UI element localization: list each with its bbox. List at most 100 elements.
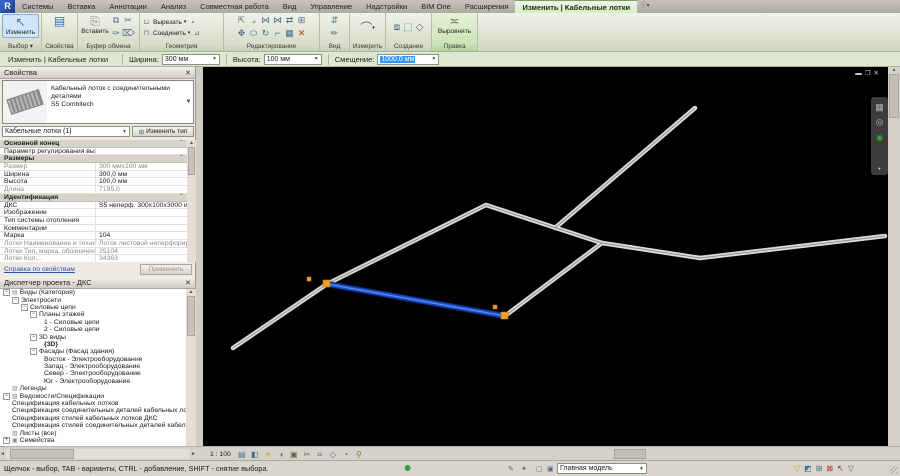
tree-item-sheets[interactable]: ▧ Листы (все) <box>0 429 186 437</box>
modify-button[interactable]: ↖ Изменить <box>2 14 39 38</box>
tab-analyze[interactable]: Анализ <box>154 0 193 13</box>
browser-scrollbar[interactable]: ▲ <box>186 289 196 446</box>
tab-bimone[interactable]: BIM One <box>414 0 458 13</box>
tab-addins[interactable]: Надстройки <box>359 0 414 13</box>
mirror-draw-icon[interactable]: ⋈ <box>272 14 284 27</box>
tree-item-schedules[interactable]: − ▨ Ведомости/Спецификации <box>0 392 186 400</box>
width-dropdown[interactable]: 300 мм ▼ <box>161 53 220 65</box>
scroll-right-icon[interactable]: ► <box>191 451 196 457</box>
select-pinned-icon[interactable]: ⊠ <box>826 464 833 473</box>
rotate-icon[interactable]: ↻ <box>260 27 272 40</box>
split-icon[interactable]: ⊞ <box>296 14 308 27</box>
tree-item-plan-1[interactable]: 1 - Силовые цепи <box>0 319 186 326</box>
measure-icon[interactable]: ⌒ <box>360 19 372 36</box>
project-browser-close-icon[interactable]: ✕ <box>185 279 191 287</box>
create-similar-icon[interactable]: ◇ <box>416 22 424 33</box>
steering-wheel-icon[interactable]: ◎ <box>876 118 884 127</box>
tab-systems[interactable]: Системы <box>15 0 60 13</box>
copy-tool-icon[interactable]: ⬭ <box>248 27 260 40</box>
tree-item-power-circuits[interactable]: − Силовые цепи <box>0 303 186 311</box>
tree-item-elevations[interactable]: − Фасады (Фасад здания) <box>0 348 186 356</box>
tab-extensions[interactable]: Расширения <box>458 0 516 13</box>
offset-icon[interactable]: ⟓ <box>248 14 260 27</box>
property-group[interactable]: Размеры ⌃ <box>0 155 187 164</box>
apply-button[interactable]: Применить <box>140 264 192 275</box>
linework-icon[interactable]: ✏ <box>328 27 342 40</box>
render-icon[interactable]: ▣ <box>288 448 300 461</box>
properties-close-icon[interactable]: ✕ <box>185 69 191 77</box>
property-group[interactable]: Идентификация ⌃ <box>0 193 187 202</box>
cut-geometry-button[interactable]: ⊔ Вырезать ▾ ∘ <box>142 18 197 27</box>
crop-view-icon[interactable]: ✂ <box>301 448 313 461</box>
reveal-hidden-icon[interactable]: ⚲ <box>353 448 365 461</box>
trim-icon[interactable]: ⌐ <box>272 27 284 40</box>
delete-icon[interactable]: ⌦ <box>122 27 135 40</box>
scroll-left-icon[interactable]: ◄ <box>0 451 5 457</box>
pan-zoom-icon[interactable]: ◉ <box>876 133 883 142</box>
collapse-icon[interactable]: − <box>3 289 10 297</box>
app-button-icon[interactable]: R <box>0 0 15 13</box>
tree-item-north[interactable]: Север - Электрооборудование <box>0 370 186 377</box>
shadows-icon[interactable]: ◑ <box>275 448 287 461</box>
mirror-axis-icon[interactable]: ⋈ <box>260 14 272 27</box>
move-icon[interactable]: ✥ <box>236 27 248 40</box>
property-row[interactable]: Тип системы отопления <box>0 216 187 225</box>
paste-button[interactable]: ⎘ Вставить <box>80 14 110 36</box>
temporary-hide-icon[interactable]: ◔ <box>340 448 352 461</box>
property-row[interactable]: Изображение <box>0 209 187 217</box>
tree-item-west[interactable]: Запад - Электрооборудование <box>0 363 186 370</box>
view-restore-icon[interactable]: ❐ <box>865 70 874 77</box>
property-row[interactable]: Лотки Наименование и техничес...Лоток ли… <box>0 239 187 248</box>
canvas-horizontal-scrollbar[interactable] <box>614 449 646 459</box>
panel-label-select[interactable]: Выбор ▾ <box>0 42 41 51</box>
property-row[interactable]: Параметр регулирования высот... <box>0 147 187 156</box>
selection-box-icon[interactable]: ⇵ <box>328 14 342 27</box>
tree-item-schedule-fitting-styles[interactable]: Спецификация стилей соединительных детал… <box>0 422 186 429</box>
properties-scrollbar[interactable]: ▲ <box>187 140 196 262</box>
justify-button[interactable]: ≍ Выровнять <box>434 14 475 36</box>
view-minimize-icon[interactable]: ▬ <box>855 70 865 77</box>
canvas-vertical-scrollbar[interactable]: ▲ <box>888 67 900 446</box>
collapse-icon[interactable]: − <box>12 296 19 304</box>
view-close-icon[interactable]: ✕ <box>874 70 882 77</box>
element-filter-dropdown[interactable]: Кабельные лотки (1) ▼ <box>2 126 130 137</box>
tab-modify-cable-trays[interactable]: Изменить | Кабельные лотки <box>515 0 638 13</box>
property-row[interactable]: Марка 104 <box>0 232 187 240</box>
crop-region-icon[interactable]: ⌗ <box>314 448 326 461</box>
copy-icon[interactable]: ⧉ <box>110 14 122 27</box>
viewcube-icon[interactable]: ▦ <box>875 103 884 112</box>
editable-only-icon[interactable]: ✎ <box>508 465 514 473</box>
property-row[interactable]: Высота 100,0 мм <box>0 178 187 187</box>
select-underlay-icon[interactable]: ⊞ <box>816 464 823 473</box>
navbar-expand-icon[interactable]: ▼ <box>878 164 882 173</box>
tab-collaborate[interactable]: Совместная работа <box>193 0 276 13</box>
type-selector[interactable]: Кабельный лоток с соединительными деталя… <box>2 80 194 124</box>
property-row[interactable]: Комментарии <box>0 224 187 233</box>
align-tool-icon[interactable]: ⇱ <box>236 14 248 27</box>
tab-insert[interactable]: Вставка <box>60 0 102 13</box>
property-row[interactable]: Ширина 300,0 мм <box>0 170 187 179</box>
drawing-area[interactable]: ▬❐✕ ▦ ◎ ◉ ▼ <box>203 67 888 446</box>
design-options-dropdown[interactable]: Главная модель ▼ <box>557 463 647 474</box>
tab-manage[interactable]: Управление <box>303 0 359 13</box>
demolish-icon[interactable]: ∘ <box>188 18 197 27</box>
tree-item-floor-plans[interactable]: − Планы этажей <box>0 311 186 319</box>
property-row[interactable]: Лотки Тип, марка, обозначение ...35104 <box>0 247 187 256</box>
height-dropdown[interactable]: 100 мм ▼ <box>263 53 322 65</box>
properties-help-link[interactable]: Справка по свойствам <box>4 266 75 273</box>
tree-item-legends[interactable]: ▥ Легенды <box>0 385 186 392</box>
select-links-icon[interactable]: ◩ <box>804 464 812 473</box>
collapse-icon[interactable]: − <box>30 348 37 356</box>
tree-item-east[interactable]: Восток - Электрооборудование <box>0 356 186 363</box>
properties-button[interactable]: ▤ <box>44 14 75 28</box>
ribbon-options-icon[interactable]: ⓘ▾ <box>637 0 653 13</box>
detail-level-icon[interactable]: ▤ <box>236 448 248 461</box>
tree-item-plan-2[interactable]: 2 - Силовые цепи <box>0 326 186 333</box>
visual-style-icon[interactable]: ◧ <box>249 448 261 461</box>
collapse-icon[interactable]: − <box>30 311 37 319</box>
offset-dropdown[interactable]: 1000.0 мм ▼ <box>377 53 440 65</box>
type-selector-arrow-icon[interactable]: ▼ <box>184 99 193 105</box>
tree-item-schedule-trays[interactable]: Спецификация кабельных лотков <box>0 400 186 407</box>
edit-type-button[interactable]: ⊞ Изменить тип <box>132 126 194 137</box>
tree-item-3d[interactable]: {3D} <box>0 341 186 348</box>
